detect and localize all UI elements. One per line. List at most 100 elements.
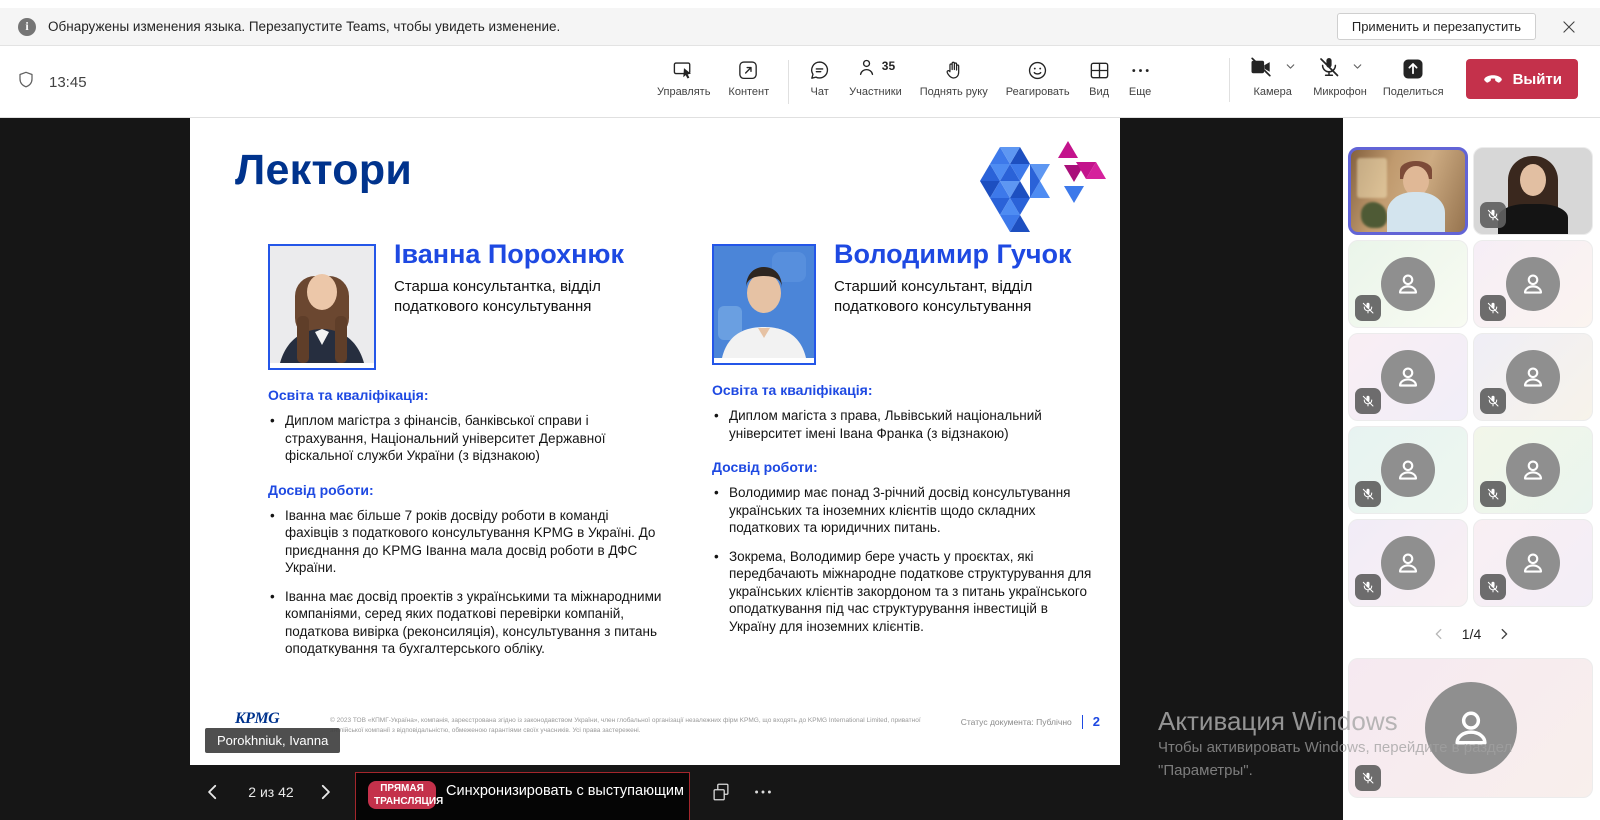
window-top-strip xyxy=(0,0,1600,8)
language-notification-bar: i Обнаружены изменения языка. Перезапуст… xyxy=(0,8,1600,46)
participant-tile[interactable] xyxy=(1473,240,1593,328)
share-up-icon xyxy=(1401,56,1425,82)
kpmg-footer-logo: KPMG xyxy=(235,710,279,728)
mic-muted-icon xyxy=(1480,481,1506,507)
avatar xyxy=(1506,443,1560,497)
avatar xyxy=(1381,257,1435,311)
next-slide-button[interactable] xyxy=(316,783,336,803)
mic-off-icon xyxy=(1317,55,1341,84)
sync-to-presenter-button[interactable]: ПРЯМАЯ ТРАНСЛЯЦИЯ Синхронизировать с выс… xyxy=(355,772,690,820)
education-heading: Освіта та кваліфікація: xyxy=(268,387,662,403)
speaker-role: Старша консультантка, відділ податкового… xyxy=(394,277,644,317)
leave-button[interactable]: Выйти xyxy=(1466,59,1578,99)
speaker-name: Володимир Гучок xyxy=(834,240,1084,269)
meeting-timer: 13:45 xyxy=(49,74,87,91)
presentation-stage: Лектори xyxy=(0,118,1343,820)
info-icon: i xyxy=(18,18,36,36)
speaker-name: Іванна Порохнюк xyxy=(394,240,644,269)
participant-tile-large[interactable] xyxy=(1348,658,1593,798)
participant-tile[interactable] xyxy=(1348,426,1468,514)
camera-chevron-down-icon[interactable] xyxy=(1284,60,1297,78)
chat-icon xyxy=(808,58,831,82)
manage-button[interactable]: Управлять xyxy=(648,58,719,98)
pager-indicator: 1/4 xyxy=(1462,626,1481,642)
mic-chevron-down-icon[interactable] xyxy=(1351,60,1364,78)
participant-video[interactable] xyxy=(1473,147,1593,235)
content-share-icon xyxy=(737,58,760,82)
mic-muted-icon xyxy=(1480,388,1506,414)
participants-pager: 1/4 xyxy=(1343,621,1600,647)
share-button[interactable]: Поделиться xyxy=(1375,56,1452,98)
avatar xyxy=(1506,257,1560,311)
participant-tile[interactable] xyxy=(1348,519,1468,607)
screen-control-icon xyxy=(672,58,695,82)
avatar xyxy=(1381,536,1435,590)
mic-muted-icon xyxy=(1355,481,1381,507)
kpmg-anniversary-logo xyxy=(968,134,1108,243)
avatar xyxy=(1506,350,1560,404)
experience-heading: Досвід роботи: xyxy=(268,482,662,498)
view-button[interactable]: Вид xyxy=(1079,58,1120,98)
popout-view-icon[interactable] xyxy=(710,781,732,808)
mic-muted-icon xyxy=(1355,388,1381,414)
speaker-photo xyxy=(268,244,376,370)
experience-bullet: Зокрема, Володимир бере участь у проєкта… xyxy=(712,548,1098,636)
notification-text: Обнаружены изменения языка. Перезапустит… xyxy=(48,19,560,34)
participant-tile[interactable] xyxy=(1473,333,1593,421)
close-icon[interactable] xyxy=(1556,14,1582,40)
participant-tile[interactable] xyxy=(1348,240,1468,328)
experience-heading: Досвід роботи: xyxy=(712,459,1098,475)
mic-muted-icon xyxy=(1480,202,1506,228)
experience-bullet: Іванна має досвід проектів з українським… xyxy=(268,588,662,658)
camera-off-icon xyxy=(1248,55,1274,84)
phone-hangup-icon xyxy=(1482,69,1504,90)
apply-restart-button[interactable]: Применить и перезапустить xyxy=(1337,13,1536,40)
speaker-card-volodymyr: Володимир Гучок Старший консультант, від… xyxy=(712,244,1098,669)
live-broadcast-badge: ПРЯМАЯ ТРАНСЛЯЦИЯ xyxy=(368,781,436,809)
microphone-button[interactable]: Микрофон xyxy=(1305,56,1375,98)
toolbar-divider xyxy=(1229,58,1230,102)
avatar xyxy=(1425,682,1517,774)
raise-hand-icon xyxy=(942,58,965,82)
participant-tile[interactable] xyxy=(1473,519,1593,607)
chat-button[interactable]: Чат xyxy=(799,58,840,98)
people-icon xyxy=(856,56,879,84)
education-bullet: Диплом магіста з права, Львівський націо… xyxy=(712,407,1098,442)
more-options-icon[interactable] xyxy=(752,781,774,808)
mic-muted-icon xyxy=(1480,574,1506,600)
participant-tile[interactable] xyxy=(1348,333,1468,421)
slide-page-number: 2 xyxy=(1082,715,1100,729)
more-button[interactable]: Еще xyxy=(1120,58,1161,98)
speaker-role: Старший консультант, відділ податкового … xyxy=(834,277,1084,317)
speaker-photo xyxy=(712,244,816,365)
pager-next-icon[interactable] xyxy=(1497,627,1511,641)
document-status: Статус документа: Публічно xyxy=(961,717,1072,727)
avatar xyxy=(1381,350,1435,404)
presenter-name-tag: Porokhniuk, Ivanna xyxy=(205,728,340,753)
slide-title: Лектори xyxy=(235,146,412,195)
pager-previous-icon[interactable] xyxy=(1432,627,1446,641)
mic-muted-icon xyxy=(1355,574,1381,600)
raise-hand-button[interactable]: Поднять руку xyxy=(911,58,997,98)
mic-muted-icon xyxy=(1355,765,1381,791)
toolbar-divider xyxy=(788,60,789,104)
slide-controls-bar: 2 из 42 ПРЯМАЯ ТРАНСЛЯЦИЯ Синхронизирова… xyxy=(0,765,1343,820)
mic-muted-icon xyxy=(1355,295,1381,321)
avatar xyxy=(1506,536,1560,590)
react-button[interactable]: Реагировать xyxy=(997,58,1079,98)
slide-position-indicator: 2 из 42 xyxy=(228,784,314,800)
participants-count-badge: 35 xyxy=(882,59,895,73)
participants-button[interactable]: 35 Участники xyxy=(840,58,911,98)
education-heading: Освіта та кваліфікація: xyxy=(712,382,1098,398)
participant-tile[interactable] xyxy=(1473,426,1593,514)
content-button[interactable]: Контент xyxy=(719,58,778,98)
participant-video-active[interactable] xyxy=(1348,147,1468,235)
slide-copyright: © 2023 ТОВ «КПМГ-Україна», компанія, зар… xyxy=(330,716,930,736)
smiley-icon xyxy=(1026,58,1049,82)
meeting-toolbar: 13:45 Управлять Контент Чат xyxy=(0,46,1600,118)
slide: Лектори xyxy=(190,118,1120,765)
camera-button[interactable]: Камера xyxy=(1240,56,1305,98)
experience-bullet: Володимир має понад 3-річний досвід конс… xyxy=(712,484,1098,537)
experience-bullet: Іванна має більше 7 років досвіду роботи… xyxy=(268,507,662,577)
previous-slide-button[interactable] xyxy=(204,783,224,803)
